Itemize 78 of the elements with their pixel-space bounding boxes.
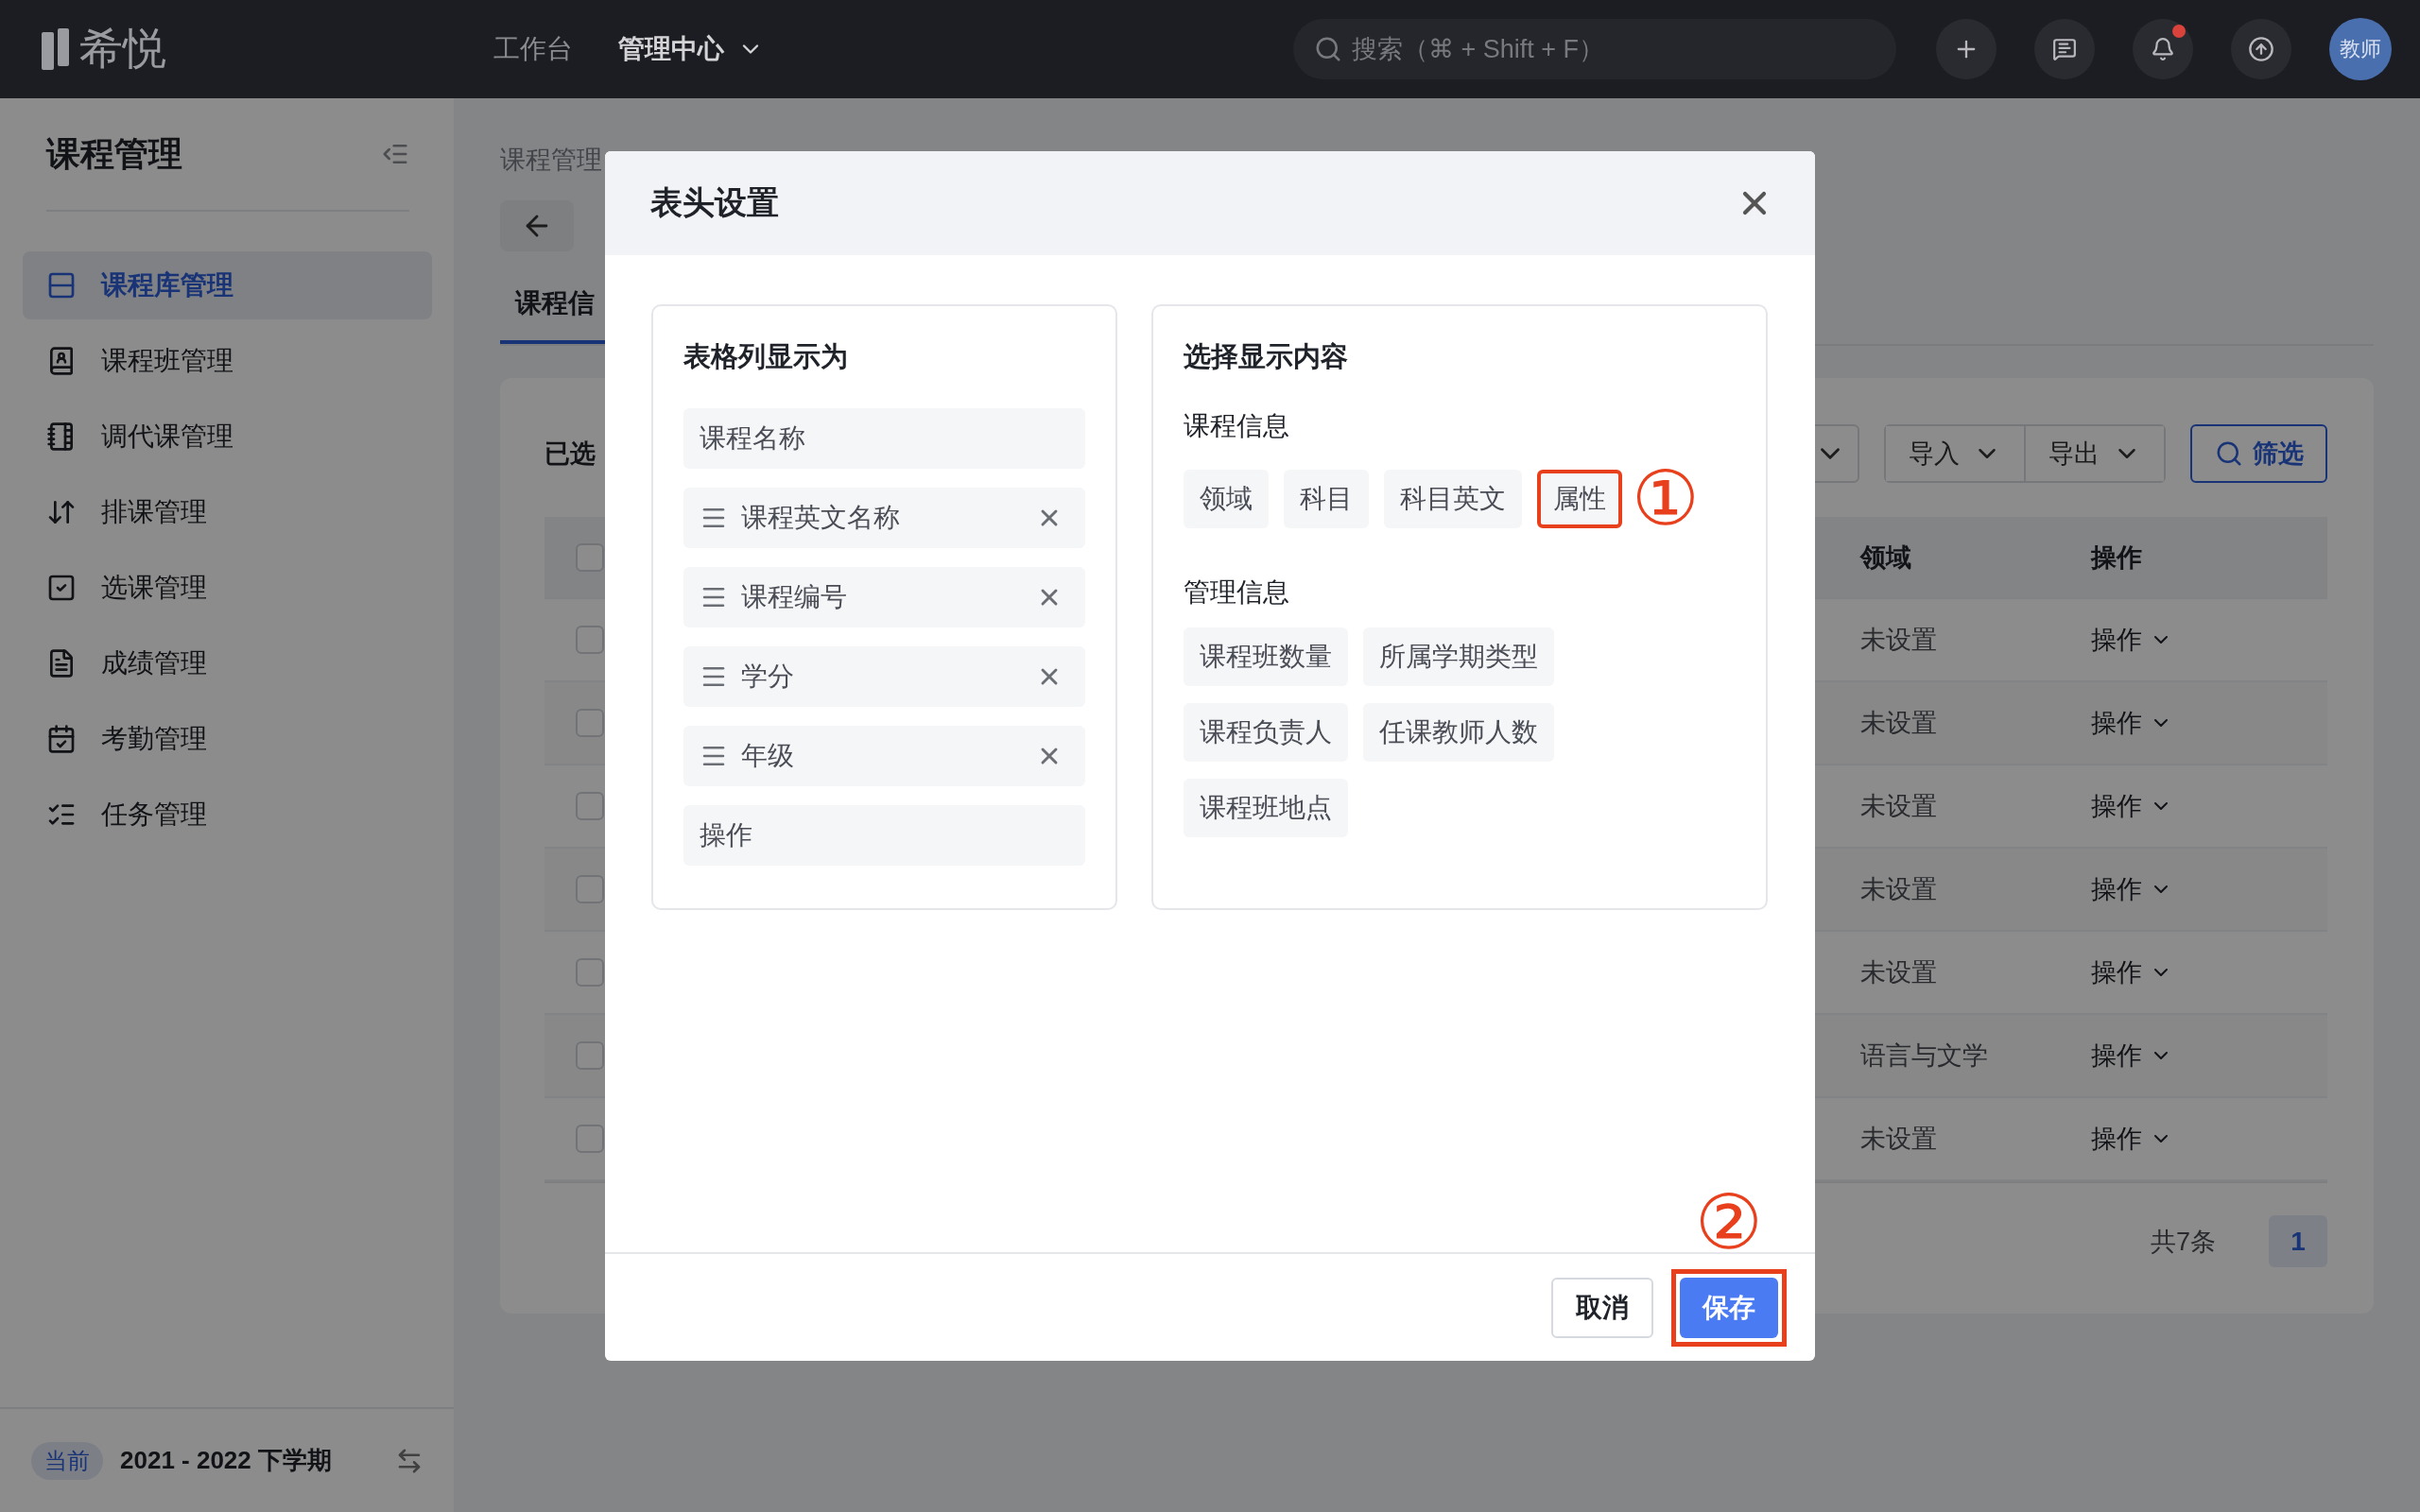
checkbox[interactable] — [576, 542, 604, 572]
sidebar-title: 课程管理 — [46, 132, 182, 175]
field-tag[interactable]: 任课教师人数 — [1363, 703, 1554, 762]
panel-title: 表格列显示为 — [683, 340, 849, 373]
nav-link[interactable]: 工作台 — [493, 31, 573, 67]
sidebar-item[interactable]: 选课管理 — [23, 554, 432, 622]
selection-label: 已选 — [544, 438, 596, 470]
column-item[interactable]: 课程编号 — [683, 567, 1085, 627]
action-link[interactable]: 操作 — [2091, 706, 2172, 740]
checkbox[interactable] — [576, 1125, 604, 1153]
table-cell-text: 未设置 — [1860, 791, 1937, 822]
unread-dot — [2172, 25, 2186, 38]
column-item[interactable]: 操作 — [683, 805, 1085, 866]
term-label: 2021 - 2022 下学期 — [120, 1445, 333, 1476]
checkbox[interactable] — [576, 626, 604, 654]
panel-title: 选择显示内容 — [1184, 340, 1349, 373]
table-cell-text: 未设置 — [1860, 1124, 1937, 1155]
column-item[interactable]: 年级 — [683, 726, 1085, 786]
search-field[interactable]: 搜索（⌘ + Shift + F） — [1293, 19, 1896, 79]
page-button[interactable]: 1 — [2269, 1215, 2327, 1267]
checkbox[interactable] — [576, 875, 604, 903]
arrow-circle-icon — [2248, 36, 2274, 62]
table-cell-text: 未设置 — [1860, 874, 1937, 905]
field-tag[interactable]: 领域 — [1184, 470, 1269, 528]
sidebar-item[interactable]: 课程班管理 — [23, 327, 432, 395]
back-button[interactable] — [500, 200, 574, 251]
logo-text: 希悦 — [79, 23, 166, 75]
step-marker: ① — [1632, 461, 1700, 537]
field-tag[interactable]: 课程班地点 — [1184, 779, 1348, 837]
dialog-title: 表头设置 — [650, 183, 779, 222]
checkbox[interactable] — [576, 958, 604, 987]
toolbar-button[interactable]: 导出 — [2024, 426, 2164, 481]
action-link[interactable]: 操作 — [2091, 623, 2172, 657]
cancel-button[interactable]: 取消 — [1551, 1277, 1653, 1338]
column-header: 操作 — [2091, 541, 2142, 574]
table-cell-text: 未设置 — [1860, 708, 1937, 739]
column-item[interactable]: 学分 — [683, 646, 1085, 707]
calendar-check-icon — [46, 724, 77, 754]
sidebar-item[interactable]: 考勤管理 — [23, 705, 432, 773]
nav-link[interactable]: 管理中心 — [618, 31, 764, 67]
field-tag[interactable]: 所属学期类型 — [1363, 627, 1554, 686]
field-tag[interactable]: 课程班数量 — [1184, 627, 1348, 686]
checkbox-icon — [46, 573, 77, 603]
field-tag[interactable]: 科目 — [1284, 470, 1369, 528]
sidebar-item[interactable]: 任务管理 — [23, 781, 432, 849]
sidebar-item[interactable]: 成绩管理 — [23, 629, 432, 697]
section-title: 管理信息 — [1184, 576, 1290, 609]
action-link[interactable]: 操作 — [2091, 789, 2172, 823]
action-link[interactable]: 操作 — [2091, 872, 2172, 906]
sidebar-item[interactable]: 调代课管理 — [23, 403, 432, 471]
total-count: 共7条 — [2150, 1226, 2216, 1258]
filter-button[interactable]: 筛选 — [2190, 424, 2327, 483]
column-item[interactable]: 课程英文名称 — [683, 488, 1085, 548]
message-icon — [2052, 37, 2077, 61]
column-header: 领域 — [1860, 541, 1911, 574]
step-marker: ② — [1695, 1184, 1763, 1261]
action-link[interactable]: 操作 — [2091, 955, 2172, 989]
field-tag[interactable]: 属性 — [1537, 470, 1622, 528]
checkbox[interactable] — [576, 709, 604, 737]
column-item[interactable]: 课程名称 — [683, 408, 1085, 469]
rows-icon — [46, 270, 77, 301]
bell-icon — [2151, 37, 2175, 61]
table-cell-text: 语言与文学 — [1860, 1040, 1988, 1072]
section-title: 课程信息 — [1184, 410, 1290, 442]
action-link[interactable]: 操作 — [2091, 1122, 2172, 1156]
sidebar-item[interactable]: 排课管理 — [23, 478, 432, 546]
avatar[interactable]: 教师 — [2329, 18, 2392, 80]
field-tag[interactable]: 科目英文 — [1384, 470, 1522, 528]
search-icon — [1314, 35, 1342, 63]
checkbox[interactable] — [576, 1041, 604, 1070]
checkbox[interactable] — [576, 792, 604, 820]
action-link[interactable]: 操作 — [2091, 1039, 2172, 1073]
table-cell-text: 未设置 — [1860, 625, 1937, 656]
current-badge: 当前 — [31, 1441, 103, 1480]
table-cell-text: 未设置 — [1860, 957, 1937, 988]
sidebar-item[interactable]: 课程库管理 — [23, 251, 432, 319]
save-button[interactable]: 保存 — [1680, 1277, 1778, 1338]
field-tag[interactable]: 课程负责人 — [1184, 703, 1348, 762]
